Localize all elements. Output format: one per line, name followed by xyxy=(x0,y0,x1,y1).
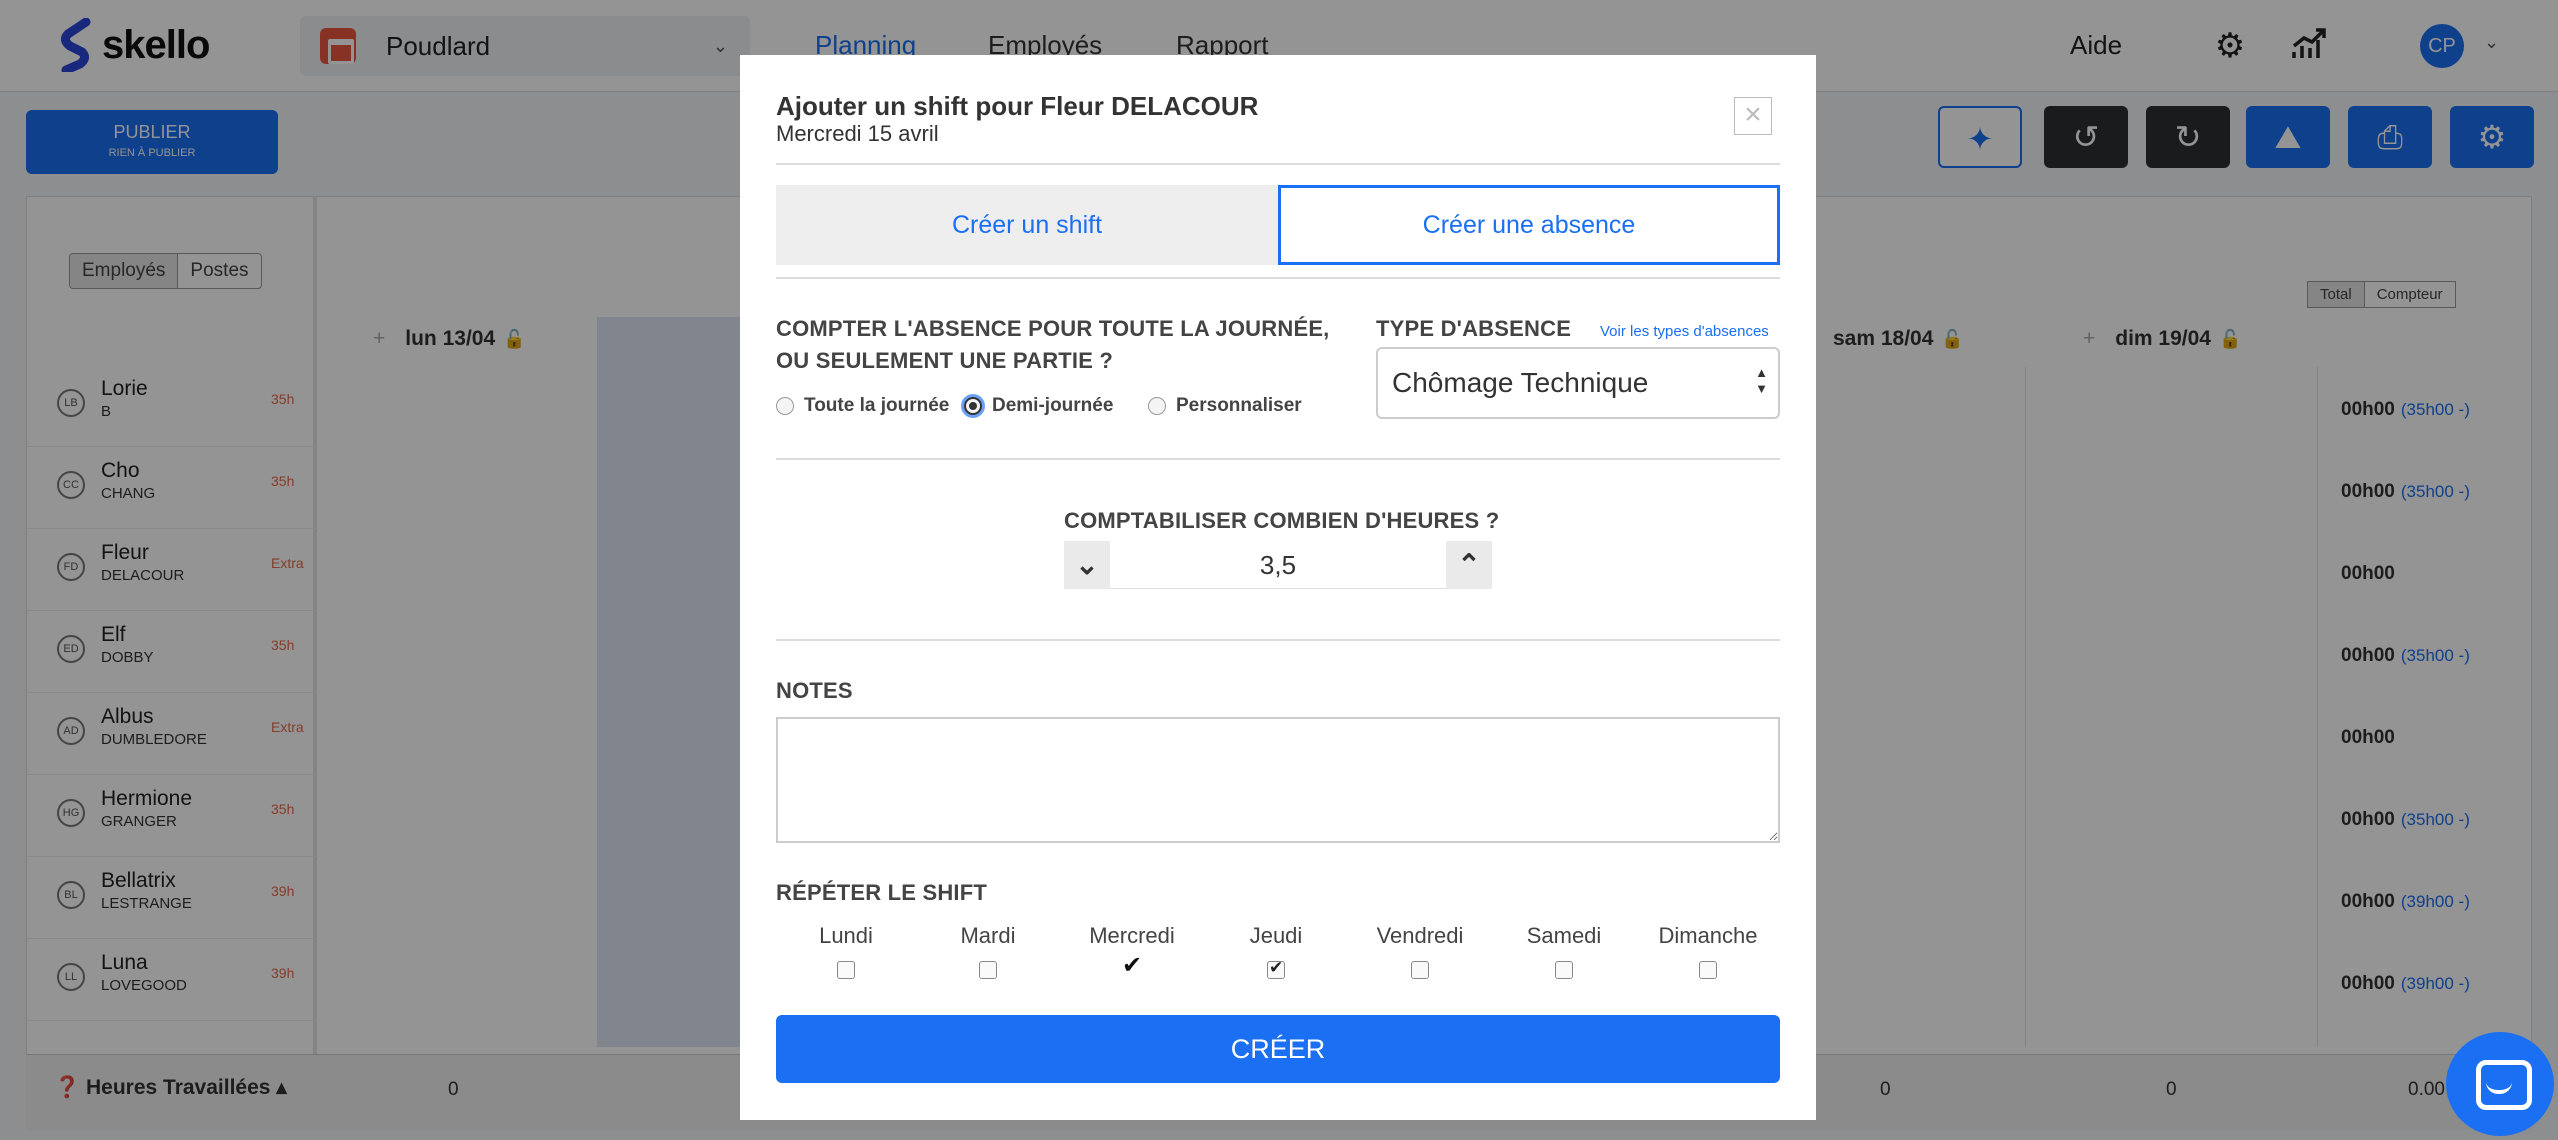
repeat-day-jeudi: Jeudi xyxy=(1226,923,1326,979)
count-absence-line-1: COMPTER L'ABSENCE POUR TOUTE LA JOURNÉE, xyxy=(776,316,1330,341)
day-checkbox[interactable] xyxy=(1411,961,1429,979)
close-button[interactable]: × xyxy=(1734,97,1772,135)
day-name: Samedi xyxy=(1526,923,1602,948)
absence-type-select[interactable]: Chômage Technique ▲ ▼ xyxy=(1376,347,1780,419)
hours-input[interactable]: 3,5 xyxy=(1110,541,1446,589)
day-name: Lundi xyxy=(819,923,873,948)
day-checkbox[interactable] xyxy=(979,961,997,979)
day-name: Dimanche xyxy=(1658,923,1758,948)
hours-stepper: ⌄ 3,5 ⌃ xyxy=(1064,541,1492,589)
day-name: Mardi xyxy=(960,923,1016,948)
notes-label: NOTES xyxy=(776,678,853,703)
absence-type-label: TYPE D'ABSENCE xyxy=(1376,316,1572,341)
see-absence-types-link[interactable]: Voir les types d'absences xyxy=(1600,323,1769,340)
decrement-button[interactable]: ⌄ xyxy=(1064,541,1110,589)
divider xyxy=(776,163,1780,165)
select-arrows-icon: ▲ ▼ xyxy=(1755,365,1768,396)
chat-support-button[interactable] xyxy=(2446,1032,2554,1136)
radio-label: Personnaliser xyxy=(1176,395,1302,416)
repeat-day-mercredi: Mercredi ✔ xyxy=(1082,923,1182,979)
radio-custom[interactable]: Personnaliser xyxy=(1148,395,1302,417)
checkmark-icon: ✔ xyxy=(1121,952,1143,979)
count-absence-line-2: OU SEULEMENT UNE PARTIE ? xyxy=(776,348,1114,373)
day-name: Mercredi xyxy=(1089,923,1175,948)
day-name: Jeudi xyxy=(1249,923,1303,948)
chevron-up-icon: ⌃ xyxy=(1457,549,1481,580)
add-shift-modal: Ajouter un shift pour Fleur DELACOUR Mer… xyxy=(740,55,1816,1120)
repeat-day-samedi: Samedi xyxy=(1514,923,1614,979)
tab-create-shift[interactable]: Créer un shift xyxy=(776,185,1278,265)
repeat-day-dimanche: Dimanche xyxy=(1658,923,1758,979)
chevron-down-icon: ⌄ xyxy=(1075,549,1099,580)
increment-button[interactable]: ⌃ xyxy=(1446,541,1492,589)
radio-button-selected[interactable] xyxy=(964,397,982,415)
notes-textarea[interactable] xyxy=(776,717,1780,843)
day-checkbox[interactable] xyxy=(1699,961,1717,979)
divider xyxy=(776,458,1780,460)
modal-subtitle: Mercredi 15 avril xyxy=(776,121,939,146)
close-icon: × xyxy=(1744,98,1762,131)
day-checkbox[interactable] xyxy=(1555,961,1573,979)
divider xyxy=(776,639,1780,641)
day-checkbox[interactable] xyxy=(837,961,855,979)
tab-create-absence[interactable]: Créer une absence xyxy=(1278,185,1780,265)
day-name: Vendredi xyxy=(1376,923,1464,948)
repeat-shift-label: RÉPÉTER LE SHIFT xyxy=(776,880,987,905)
create-button[interactable]: CRÉER xyxy=(776,1015,1780,1083)
radio-full-day[interactable]: Toute la journée xyxy=(776,395,949,417)
modal-title: Ajouter un shift pour Fleur DELACOUR xyxy=(776,91,1259,121)
radio-half-day[interactable]: Demi-journée xyxy=(964,395,1113,417)
count-absence-label: COMPTER L'ABSENCE POUR TOUTE LA JOURNÉE,… xyxy=(776,313,1330,377)
repeat-day-lundi: Lundi xyxy=(796,923,896,979)
hours-count-label: COMPTABILISER COMBIEN D'HEURES ? xyxy=(1064,508,1500,533)
day-checkbox-checked[interactable] xyxy=(1267,958,1285,979)
radio-button[interactable] xyxy=(776,397,794,415)
radio-label: Toute la journée xyxy=(804,395,950,416)
repeat-day-mardi: Mardi xyxy=(938,923,1038,979)
absence-type-value: Chômage Technique xyxy=(1392,367,1649,398)
divider xyxy=(776,277,1780,279)
repeat-day-vendredi: Vendredi xyxy=(1370,923,1470,979)
radio-button[interactable] xyxy=(1148,397,1166,415)
radio-label: Demi-journée xyxy=(992,395,1114,416)
